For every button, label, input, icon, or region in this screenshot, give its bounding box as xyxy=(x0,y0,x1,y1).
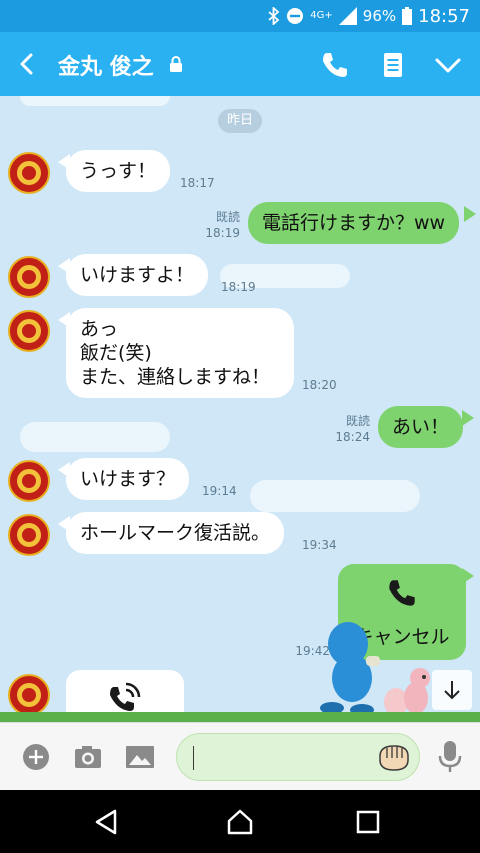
lion-emblem-icon xyxy=(17,523,41,547)
avatar[interactable] xyxy=(8,256,50,298)
message-time: 18:24 xyxy=(335,430,370,444)
chat-area[interactable]: 昨日 うっす！ 18:17 既読 18:19 電話行けますか？ww いけますよ！… xyxy=(0,96,480,722)
nav-recents-button[interactable] xyxy=(354,808,382,836)
background-cloud xyxy=(250,480,420,512)
image-button[interactable] xyxy=(124,741,156,773)
status-bar: 4G+ 96% 18:57 xyxy=(0,0,480,32)
grass-decoration xyxy=(0,712,480,722)
message-input-bar xyxy=(0,722,480,790)
nav-back-button[interactable] xyxy=(93,808,121,836)
plus-button[interactable] xyxy=(20,741,52,773)
lion-emblem-icon xyxy=(17,319,41,343)
read-receipt: 既読 xyxy=(215,210,240,224)
phone-icon xyxy=(389,580,415,606)
message-time: 18:19 xyxy=(205,226,240,240)
notes-button[interactable] xyxy=(376,48,410,82)
incoming-message[interactable]: あっ 飯だ(笑) また、連絡しますね！ xyxy=(66,308,294,398)
avatar[interactable] xyxy=(8,152,50,194)
read-receipt: 既読 xyxy=(345,414,370,428)
camera-button[interactable] xyxy=(72,741,104,773)
battery-percent: 96% xyxy=(362,7,397,25)
date-separator: 昨日 xyxy=(218,109,262,133)
incoming-message[interactable]: ホールマーク復活説。 xyxy=(66,512,285,554)
contact-name[interactable]: 金丸 俊之 xyxy=(58,49,154,81)
message-line: また、連絡しますね！ xyxy=(80,366,271,388)
avatar[interactable] xyxy=(8,310,50,352)
chevron-down-icon[interactable] xyxy=(431,48,465,82)
signal-icon xyxy=(338,7,357,25)
message-line: あっ xyxy=(80,318,119,340)
system-navigation-bar xyxy=(0,790,480,853)
emoji-button[interactable] xyxy=(377,742,411,774)
text-caret xyxy=(193,746,194,770)
incoming-message[interactable]: いけます？ xyxy=(66,458,190,500)
message-time: 18:20 xyxy=(302,378,337,392)
clock: 18:57 xyxy=(418,5,470,27)
do-not-disturb-icon xyxy=(287,8,304,24)
lion-emblem-icon xyxy=(17,683,41,707)
battery-icon xyxy=(402,7,413,25)
bluetooth-icon xyxy=(268,7,280,25)
status-icons: 4G+ 96% 18:57 xyxy=(268,0,470,32)
outgoing-message[interactable]: あい！ xyxy=(378,406,464,448)
network-type: 4G+ xyxy=(310,10,333,21)
message-time: 19:34 xyxy=(302,538,337,552)
message-time: 19:14 xyxy=(202,484,237,498)
avatar[interactable] xyxy=(8,674,50,716)
outgoing-message[interactable]: 電話行けますか？ww xyxy=(248,202,460,244)
message-time: 18:19 xyxy=(221,280,256,294)
lock-icon xyxy=(170,56,182,72)
lion-emblem-icon xyxy=(17,265,41,289)
avatar[interactable] xyxy=(8,514,50,556)
background-cloud xyxy=(20,96,170,106)
cat-character-illustration xyxy=(320,622,380,716)
lion-emblem-icon xyxy=(17,161,41,185)
back-button[interactable] xyxy=(10,46,44,82)
avatar[interactable] xyxy=(8,460,50,502)
incoming-message[interactable]: いけますよ！ xyxy=(66,254,209,296)
lion-emblem-icon xyxy=(17,469,41,493)
scroll-to-bottom-button[interactable] xyxy=(432,670,472,710)
message-line: 飯だ(笑) xyxy=(80,342,152,364)
arrow-down-icon xyxy=(444,681,460,700)
chat-header: 金丸 俊之 xyxy=(0,32,480,96)
microphone-button[interactable] xyxy=(437,739,463,775)
message-time: 18:17 xyxy=(180,176,215,190)
nav-home-button[interactable] xyxy=(226,808,254,836)
phone-call-button[interactable] xyxy=(318,48,352,82)
background-cloud xyxy=(20,422,170,452)
incoming-message[interactable]: うっす！ xyxy=(66,150,171,192)
message-input[interactable] xyxy=(176,733,420,781)
